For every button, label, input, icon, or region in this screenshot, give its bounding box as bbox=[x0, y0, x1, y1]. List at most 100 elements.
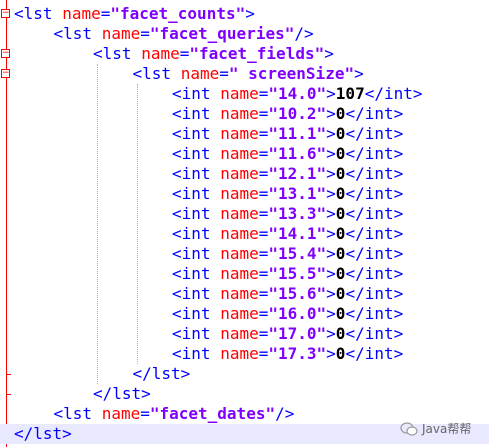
attribute-equals: = bbox=[258, 184, 269, 203]
code-line[interactable]: <int name="16.0">0</int> bbox=[0, 304, 489, 324]
code-line[interactable]: </lst> bbox=[0, 384, 489, 404]
attribute-name: name bbox=[220, 104, 259, 123]
code-line[interactable]: <int name="14.1">0</int> bbox=[0, 224, 489, 244]
tag-name: int bbox=[181, 284, 211, 303]
attribute-equals: = bbox=[258, 164, 269, 183]
code-line-text: </lst> bbox=[14, 424, 72, 444]
tag-name: lst bbox=[33, 424, 63, 443]
attribute-name: name bbox=[220, 264, 259, 283]
code-line-text: </lst> bbox=[133, 364, 191, 384]
element-content: 0 bbox=[335, 104, 346, 123]
element-content: 0 bbox=[335, 144, 346, 163]
code-line[interactable]: <int name="12.1">0</int> bbox=[0, 164, 489, 184]
element-content: 0 bbox=[335, 284, 346, 303]
code-line-text: <int name="15.5">0</int> bbox=[172, 264, 403, 284]
attribute-value: "facet_dates" bbox=[149, 404, 276, 423]
tag-close: /> bbox=[294, 24, 314, 43]
tag-open: < bbox=[172, 344, 182, 363]
element-content: 107 bbox=[335, 84, 365, 103]
code-line[interactable]: <int name="11.1">0</int> bbox=[0, 124, 489, 144]
code-line[interactable]: <int name="11.6">0</int> bbox=[0, 144, 489, 164]
attribute-equals: = bbox=[258, 244, 269, 263]
code-line-text: <int name="14.1">0</int> bbox=[172, 224, 403, 244]
attribute-value: "10.2" bbox=[268, 104, 327, 123]
attribute-name: name bbox=[101, 404, 141, 423]
code-line-text: <int name="15.6">0</int> bbox=[172, 284, 403, 304]
code-line[interactable]: <lst name="facet_fields"> bbox=[0, 44, 489, 64]
code-line[interactable]: <lst name="facet_counts"> bbox=[0, 4, 489, 24]
attribute-equals: = bbox=[258, 224, 269, 243]
tag-close: > bbox=[326, 184, 336, 203]
tag-name: int bbox=[181, 124, 211, 143]
code-line[interactable]: <int name="15.5">0</int> bbox=[0, 264, 489, 284]
tag-name: int bbox=[181, 104, 211, 123]
tag-close: > bbox=[326, 264, 336, 283]
code-line[interactable]: <int name="13.1">0</int> bbox=[0, 184, 489, 204]
attribute-value: "15.5" bbox=[268, 264, 327, 283]
code-line-text: </lst> bbox=[93, 384, 151, 404]
attribute-equals: = bbox=[258, 84, 269, 103]
code-line[interactable]: <lst name="facet_queries"/> bbox=[0, 24, 489, 44]
code-line-text: <int name="13.1">0</int> bbox=[172, 184, 403, 204]
tag-close: > bbox=[354, 64, 364, 83]
code-line[interactable]: <int name="13.3">0</int> bbox=[0, 204, 489, 224]
end-tag: </int> bbox=[345, 104, 404, 123]
element-content: 0 bbox=[335, 324, 346, 343]
tag-name: int bbox=[181, 304, 211, 323]
end-tag: </int> bbox=[345, 164, 404, 183]
tag-close: > bbox=[141, 384, 151, 403]
end-tag: </int> bbox=[345, 204, 404, 223]
code-line-text: <int name="11.6">0</int> bbox=[172, 144, 403, 164]
wechat-icon bbox=[400, 421, 418, 436]
tag-close: > bbox=[326, 144, 336, 163]
code-line[interactable]: <int name="14.0">107</int> bbox=[0, 84, 489, 104]
watermark: Java帮帮 bbox=[400, 420, 471, 437]
tag-open: < bbox=[172, 264, 182, 283]
tag-name: int bbox=[181, 344, 211, 363]
code-line-text: <lst name="facet_dates"/> bbox=[54, 404, 295, 424]
tag-close: > bbox=[324, 44, 334, 63]
tag-open: < bbox=[172, 244, 182, 263]
attribute-value: "14.0" bbox=[268, 84, 327, 103]
code-line-text: <lst name="facet_counts"> bbox=[14, 4, 255, 24]
code-line[interactable]: <lst name=" screenSize"> bbox=[0, 64, 489, 84]
attribute-value: " screenSize" bbox=[228, 64, 355, 83]
element-content: 0 bbox=[335, 224, 346, 243]
attribute-value: "12.1" bbox=[268, 164, 327, 183]
end-tag: </int> bbox=[345, 304, 404, 323]
attribute-name: name bbox=[220, 124, 259, 143]
element-content: 0 bbox=[335, 124, 346, 143]
end-tag: </int> bbox=[345, 244, 404, 263]
attribute-value: "facet_queries" bbox=[149, 24, 295, 43]
tag-name: lst bbox=[142, 64, 172, 83]
tag-open: < bbox=[172, 304, 182, 323]
attribute-name: name bbox=[180, 64, 220, 83]
tag-name: lst bbox=[63, 404, 93, 423]
tag-close: > bbox=[326, 244, 336, 263]
tag-open: < bbox=[172, 84, 182, 103]
tag-close: > bbox=[326, 164, 336, 183]
attribute-value: "facet_fields" bbox=[189, 44, 325, 63]
attribute-value: "16.0" bbox=[268, 304, 327, 323]
attribute-value: "13.3" bbox=[268, 204, 327, 223]
tag-open: < bbox=[14, 4, 24, 23]
end-tag: </int> bbox=[345, 264, 404, 283]
code-line[interactable]: <int name="15.4">0</int> bbox=[0, 244, 489, 264]
tag-open: < bbox=[172, 224, 182, 243]
attribute-equals: = bbox=[258, 144, 269, 163]
attribute-equals: = bbox=[258, 324, 269, 343]
tag-name: int bbox=[181, 204, 211, 223]
code-line[interactable]: </lst> bbox=[0, 364, 489, 384]
code-line[interactable]: <int name="17.0">0</int> bbox=[0, 324, 489, 344]
attribute-name: name bbox=[220, 284, 259, 303]
code-line[interactable]: <int name="10.2">0</int> bbox=[0, 104, 489, 124]
attribute-equals: = bbox=[258, 204, 269, 223]
code-line[interactable]: <int name="17.3">0</int> bbox=[0, 344, 489, 364]
attribute-equals: = bbox=[179, 44, 190, 63]
tag-close: > bbox=[326, 124, 336, 143]
end-tag: </int> bbox=[345, 344, 404, 363]
attribute-name: name bbox=[220, 84, 259, 103]
attribute-value: "15.6" bbox=[268, 284, 327, 303]
code-line[interactable]: <int name="15.6">0</int> bbox=[0, 284, 489, 304]
tag-name: lst bbox=[23, 4, 53, 23]
